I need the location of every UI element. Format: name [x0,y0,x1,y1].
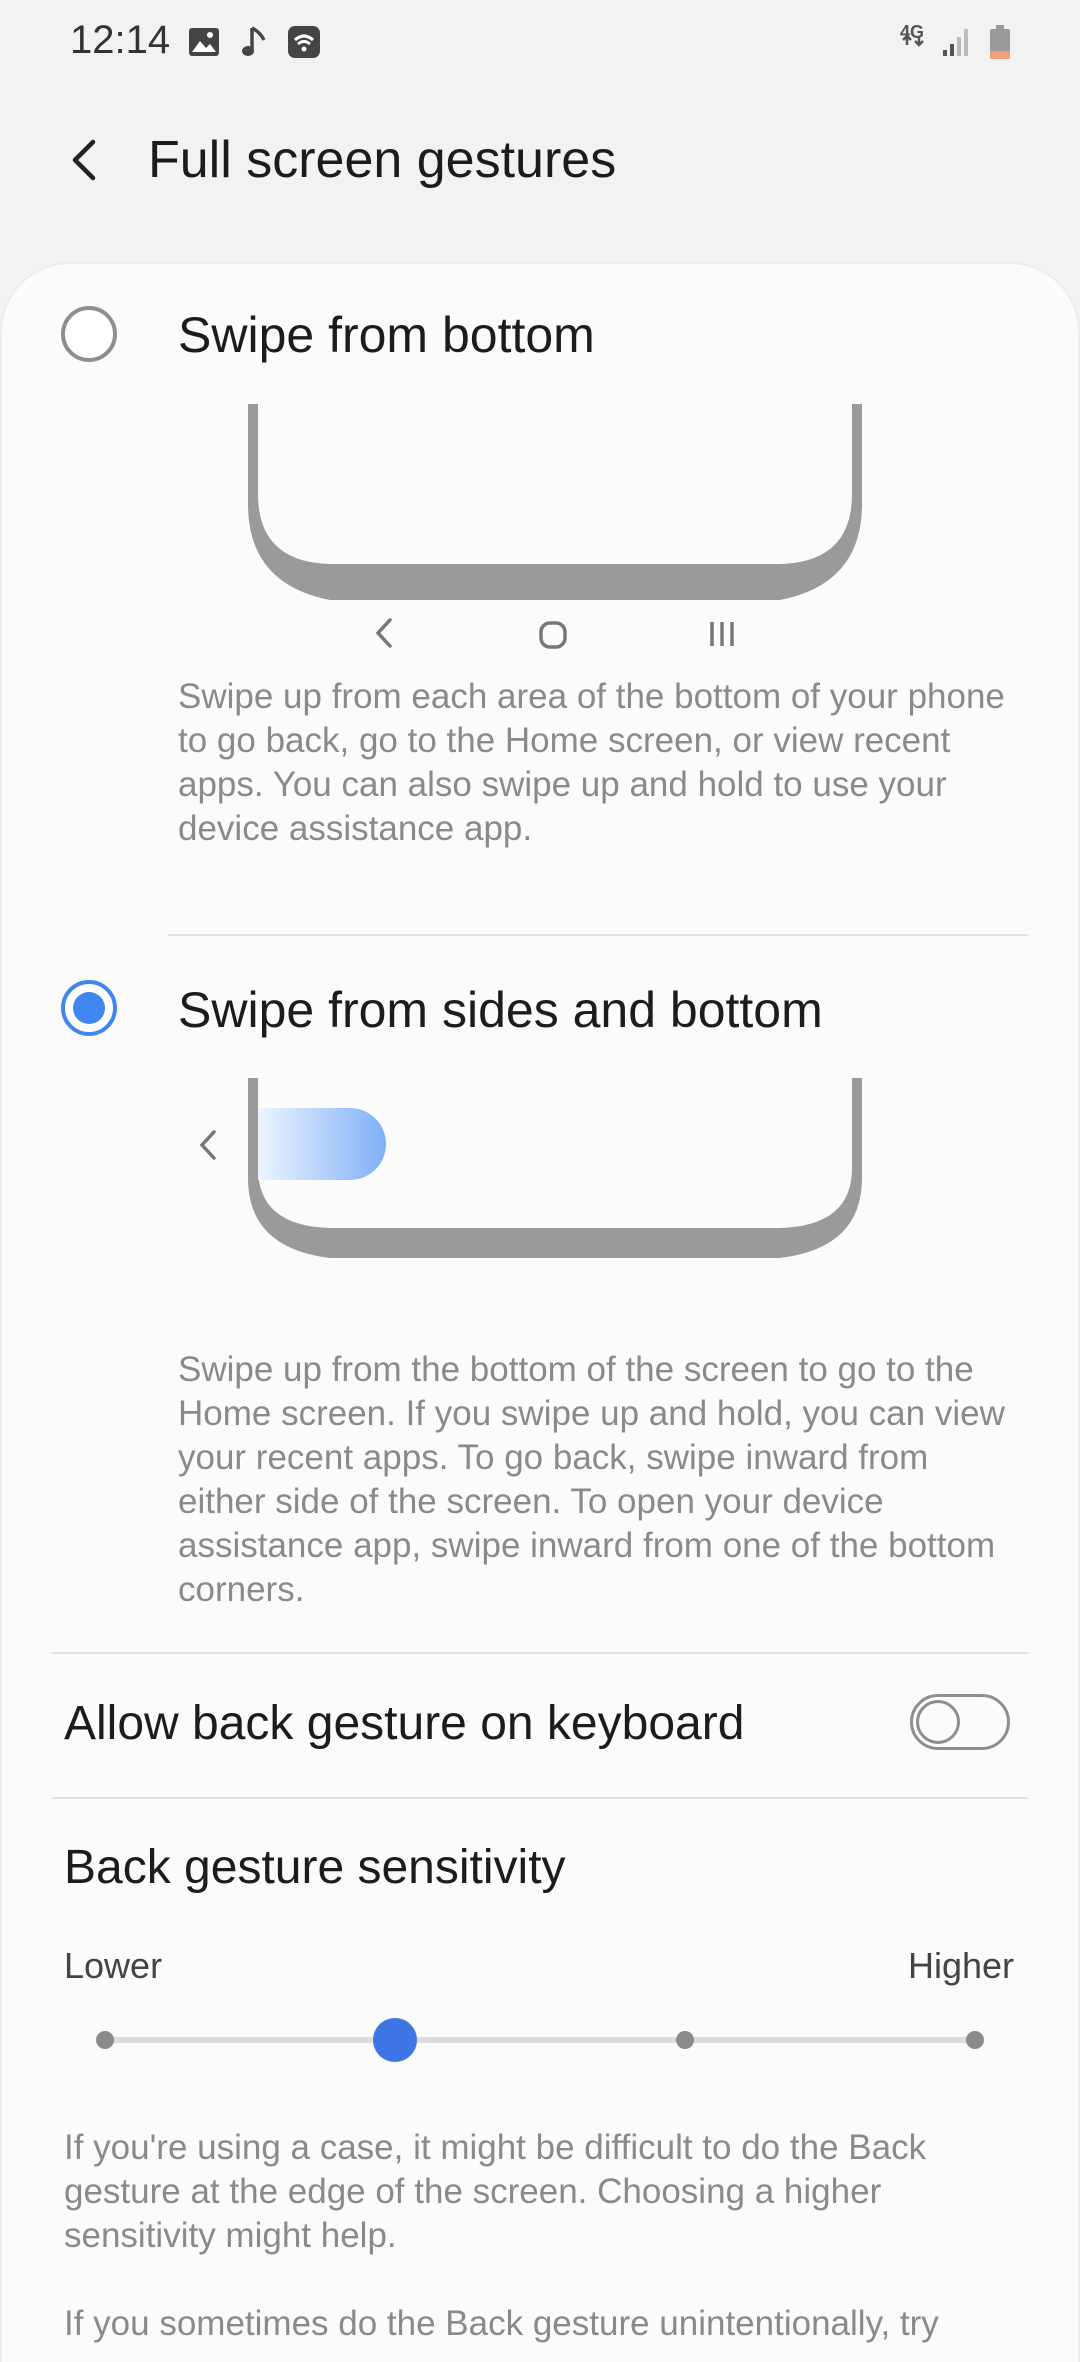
back-button[interactable] [55,128,119,192]
page-title: Full screen gestures [148,131,617,189]
swipe-back-arrow-icon [196,1128,220,1167]
sensitivity-step-4[interactable] [966,2031,984,2049]
gallery-icon [186,24,222,60]
app-header: Full screen gestures [0,110,1080,210]
status-time: 12:14 [70,18,171,62]
signal-icon [938,24,974,60]
sensitivity-higher-label: Higher [908,1945,1015,1986]
sensitivity-help-text-2: If you sometimes do the Back gesture uni… [64,2304,939,2343]
4g-icon: 4G [898,22,930,60]
status-bar: 12:14 4G [0,0,1080,84]
allow-back-gesture-keyboard-toggle[interactable] [910,1694,1010,1750]
sensitivity-lower-label: Lower [64,1945,163,1986]
nav-back-icon [372,616,396,655]
sensitivity-step-3[interactable] [676,2031,694,2049]
wifi-call-icon [286,24,322,60]
option-swipe-from-sides-and-bottom-title[interactable]: Swipe from sides and bottom [178,980,823,1040]
sensitivity-step-1[interactable] [96,2031,114,2049]
nav-recents-icon [706,618,738,655]
swipe-from-bottom-illustration [240,404,880,664]
battery-icon [986,24,1014,60]
option-swipe-from-bottom-title[interactable]: Swipe from bottom [178,305,595,365]
toggle-knob [916,1700,960,1744]
allow-back-gesture-keyboard-label: Allow back gesture on keyboard [64,1697,745,1750]
back-arrow-icon [72,139,96,181]
sensitivity-help-text-1: If you're using a case, it might be diff… [64,2128,927,2255]
radio-swipe-from-sides-and-bottom[interactable] [61,980,117,1036]
swipe-from-sides-illustration [190,1078,890,1288]
back-gesture-sensitivity-title: Back gesture sensitivity [64,1841,566,1894]
radio-swipe-from-bottom[interactable] [61,306,117,362]
section-divider [52,1797,1028,1799]
section-divider [52,1652,1028,1654]
option-swipe-from-bottom-description: Swipe up from each area of the bottom of… [178,677,1005,848]
sensitivity-slider-thumb[interactable] [373,2018,417,2062]
option-swipe-from-sides-description: Swipe up from the bottom of the screen t… [178,1350,1005,1609]
music-note-icon [238,24,270,60]
option-divider [168,934,1028,936]
nav-home-icon [538,620,568,655]
sensitivity-slider-track[interactable] [104,2037,976,2043]
